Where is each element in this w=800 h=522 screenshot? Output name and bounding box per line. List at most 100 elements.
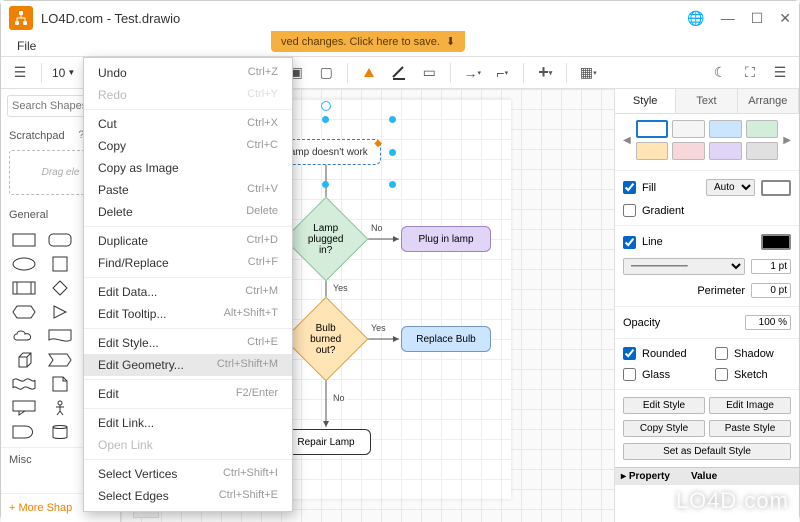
tab-style[interactable]: Style: [615, 89, 676, 113]
shadow-icon[interactable]: ▭: [416, 60, 442, 86]
context-menu-item[interactable]: Select EdgesCtrl+Shift+E: [84, 485, 292, 507]
edge-label-no[interactable]: No: [331, 393, 347, 403]
rotate-handle[interactable]: [321, 101, 331, 111]
shape-triangle[interactable]: [43, 301, 77, 323]
set-default-style-button[interactable]: Set as Default Style: [623, 443, 791, 460]
shape-cube[interactable]: [7, 349, 41, 371]
shape-process[interactable]: [7, 277, 41, 299]
line-color-button[interactable]: [761, 234, 791, 250]
resize-handle[interactable]: [389, 116, 396, 123]
edit-image-button[interactable]: Edit Image: [709, 397, 791, 414]
palette-swatch[interactable]: [636, 120, 669, 138]
close-button[interactable]: ✕: [779, 10, 791, 27]
zoom-control[interactable]: 10▼: [50, 66, 77, 80]
context-menu-item[interactable]: Find/ReplaceCtrl+F: [84, 252, 292, 274]
shape-note[interactable]: [43, 373, 77, 395]
context-menu-item[interactable]: CutCtrl+X: [84, 113, 292, 135]
shape-data-store[interactable]: [43, 421, 77, 443]
globe-icon[interactable]: 🌐: [687, 10, 704, 27]
palette-swatch[interactable]: [672, 142, 705, 160]
copy-style-button[interactable]: Copy Style: [623, 420, 705, 437]
fill-color-icon[interactable]: [356, 60, 382, 86]
line-color-icon[interactable]: [386, 60, 412, 86]
minimize-button[interactable]: —: [721, 10, 735, 26]
node-decision-bulb[interactable]: Bulb burned out?: [284, 297, 369, 382]
rounded-checkbox[interactable]: [623, 347, 636, 360]
shape-ellipse[interactable]: [7, 253, 41, 275]
fill-mode-select[interactable]: Auto: [706, 179, 755, 196]
shape-hexagon[interactable]: [7, 301, 41, 323]
shadow-checkbox[interactable]: [715, 347, 728, 360]
context-menu-item[interactable]: Edit Geometry...Ctrl+Shift+M: [84, 354, 292, 376]
shape-diamond[interactable]: [43, 277, 77, 299]
line-checkbox[interactable]: [623, 236, 636, 249]
palette-swatch[interactable]: [709, 120, 742, 138]
waypoint-icon[interactable]: ⌐▾: [489, 60, 515, 86]
maximize-button[interactable]: ☐: [751, 10, 764, 27]
context-menu-item[interactable]: PasteCtrl+V: [84, 179, 292, 201]
context-menu-item[interactable]: EditF2/Enter: [84, 383, 292, 405]
format-panel-icon[interactable]: ☰: [767, 60, 793, 86]
line-style-select[interactable]: ────────: [623, 258, 745, 275]
node-repair-lamp[interactable]: Repair Lamp: [281, 429, 371, 455]
shape-rounded-rect[interactable]: [43, 229, 77, 251]
theme-icon[interactable]: ☾: [707, 60, 733, 86]
context-menu-item[interactable]: UndoCtrl+Z: [84, 62, 292, 84]
palette-next-icon[interactable]: ▶: [781, 135, 793, 146]
context-menu-item[interactable]: Copy as Image: [84, 157, 292, 179]
palette-swatch[interactable]: [636, 142, 669, 160]
node-plug-in-lamp[interactable]: Plug in lamp: [401, 226, 491, 252]
unsaved-changes-banner[interactable]: ved changes. Click here to save. ⬇: [271, 31, 465, 52]
shape-cloud[interactable]: [7, 325, 41, 347]
glass-checkbox[interactable]: [623, 368, 636, 381]
context-menu-item[interactable]: DuplicateCtrl+D: [84, 230, 292, 252]
palette-swatch[interactable]: [746, 142, 779, 160]
palette-swatch[interactable]: [709, 142, 742, 160]
insert-icon[interactable]: +▾: [532, 60, 558, 86]
connection-icon[interactable]: →▾: [459, 60, 485, 86]
shape-actor[interactable]: [43, 397, 77, 419]
fill-color-button[interactable]: [761, 180, 791, 196]
shape-tape[interactable]: [7, 373, 41, 395]
resize-handle[interactable]: [322, 116, 329, 123]
resize-handle[interactable]: [322, 181, 329, 188]
sketch-checkbox[interactable]: [715, 368, 728, 381]
resize-handle[interactable]: [389, 181, 396, 188]
edge-label-no[interactable]: No: [369, 223, 385, 233]
menu-file[interactable]: File: [9, 37, 44, 55]
line-width-input[interactable]: [751, 259, 791, 274]
edit-style-button[interactable]: Edit Style: [623, 397, 705, 414]
context-menu-item[interactable]: Edit Tooltip...Alt+Shift+T: [84, 303, 292, 325]
opacity-input[interactable]: [745, 315, 791, 330]
shape-step[interactable]: [43, 349, 77, 371]
gradient-checkbox[interactable]: [623, 204, 636, 217]
context-menu-item[interactable]: DeleteDelete: [84, 201, 292, 223]
shape-rectangle[interactable]: [7, 229, 41, 251]
shape-callout[interactable]: [7, 397, 41, 419]
resize-handle[interactable]: [389, 149, 396, 156]
edge-label-yes[interactable]: Yes: [331, 283, 350, 293]
table-icon[interactable]: ▦▾: [575, 60, 601, 86]
edge-label-yes[interactable]: Yes: [369, 323, 388, 333]
palette-swatch[interactable]: [746, 120, 779, 138]
palette-swatch[interactable]: [672, 120, 705, 138]
context-menu-item[interactable]: Edit Style...Ctrl+E: [84, 332, 292, 354]
node-decision-plugged[interactable]: Lamp plugged in?: [284, 197, 369, 282]
fullscreen-icon[interactable]: ⛶: [737, 60, 763, 86]
shape-document[interactable]: [43, 325, 77, 347]
shape-square[interactable]: [43, 253, 77, 275]
context-menu-item[interactable]: Edit Data...Ctrl+M: [84, 281, 292, 303]
shape-and[interactable]: [7, 421, 41, 443]
perimeter-input[interactable]: [751, 283, 791, 298]
paste-style-button[interactable]: Paste Style: [709, 420, 791, 437]
palette-prev-icon[interactable]: ◀: [621, 135, 633, 146]
sidebar-toggle-icon[interactable]: ☰: [7, 60, 33, 86]
context-menu-item[interactable]: Select VerticesCtrl+Shift+I: [84, 463, 292, 485]
node-replace-bulb[interactable]: Replace Bulb: [401, 326, 491, 352]
fill-checkbox[interactable]: [623, 181, 636, 194]
to-back-icon[interactable]: ▢: [313, 60, 339, 86]
context-menu-item[interactable]: CopyCtrl+C: [84, 135, 292, 157]
context-menu-item[interactable]: Edit Link...: [84, 412, 292, 434]
tab-text[interactable]: Text: [676, 89, 737, 113]
tab-arrange[interactable]: Arrange: [738, 89, 799, 113]
